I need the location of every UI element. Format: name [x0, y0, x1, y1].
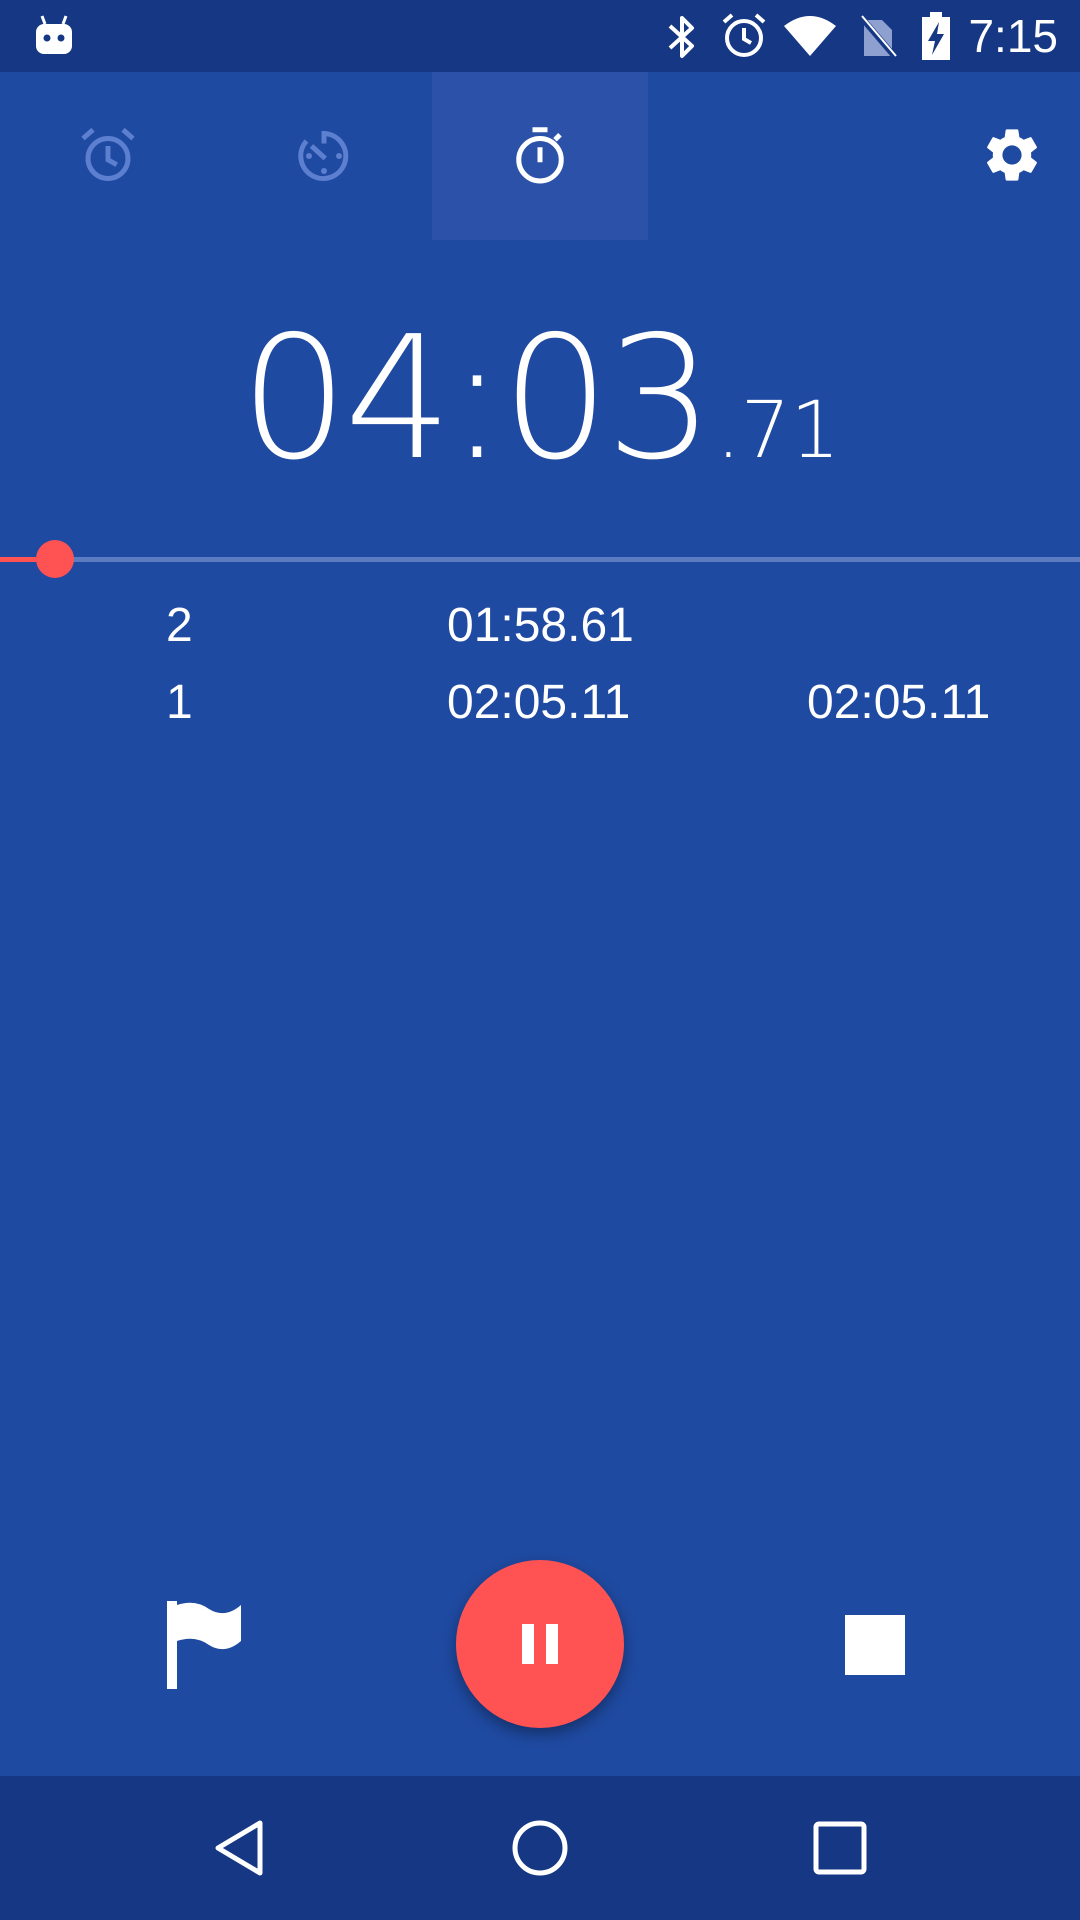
- pause-button[interactable]: [456, 1560, 624, 1728]
- lap-number: 1: [166, 676, 193, 729]
- home-button[interactable]: [460, 1776, 620, 1920]
- tab-alarm[interactable]: [0, 72, 216, 240]
- tab-stopwatch[interactable]: [432, 72, 648, 240]
- android-notification-icon: [36, 15, 72, 54]
- flag-icon: [167, 1601, 241, 1689]
- battery-charging-icon: [922, 12, 950, 60]
- lap-row: 1 02:05.11 02:05.11: [0, 675, 1080, 745]
- gear-icon: [987, 129, 1037, 181]
- stop-icon: [845, 1615, 905, 1675]
- lap-time: 02:05.11: [447, 676, 631, 729]
- lap-button[interactable]: [150, 1590, 260, 1700]
- stop-button[interactable]: [820, 1590, 930, 1700]
- alarm-icon: [722, 13, 766, 57]
- recents-button[interactable]: [760, 1776, 920, 1920]
- timer-icon: [298, 131, 349, 181]
- home-icon: [512, 1820, 568, 1876]
- bluetooth-icon: [668, 16, 694, 58]
- recents-icon: [813, 1821, 867, 1875]
- back-icon: [215, 1820, 263, 1876]
- status-time: 7:15: [968, 10, 1058, 62]
- lap-progress-knob: [36, 540, 75, 578]
- back-button[interactable]: [160, 1776, 320, 1920]
- alarm-clock-icon: [81, 127, 135, 181]
- no-sim-icon: [858, 14, 898, 60]
- settings-button[interactable]: [974, 117, 1050, 193]
- wifi-icon: [784, 16, 836, 56]
- tab-timer[interactable]: [216, 72, 432, 240]
- stopwatch-hundredths: .71: [715, 386, 840, 476]
- lap-progress-bar: [0, 540, 1080, 578]
- tab-bar: [0, 72, 1080, 240]
- pause-icon: [522, 1624, 558, 1664]
- stopwatch-icon: [516, 127, 564, 184]
- lap-total-time: 02:05.11: [807, 676, 991, 729]
- lap-number: 2: [166, 599, 193, 652]
- stopwatch-display: 04:03.71: [0, 300, 1080, 498]
- navigation-bar: [0, 1776, 1080, 1920]
- lap-row: 2 01:58.61: [0, 598, 1080, 668]
- stopwatch-main-time: 04:03: [240, 300, 714, 498]
- lap-time: 01:58.61: [447, 599, 634, 652]
- status-bar: 7:15: [0, 0, 1080, 72]
